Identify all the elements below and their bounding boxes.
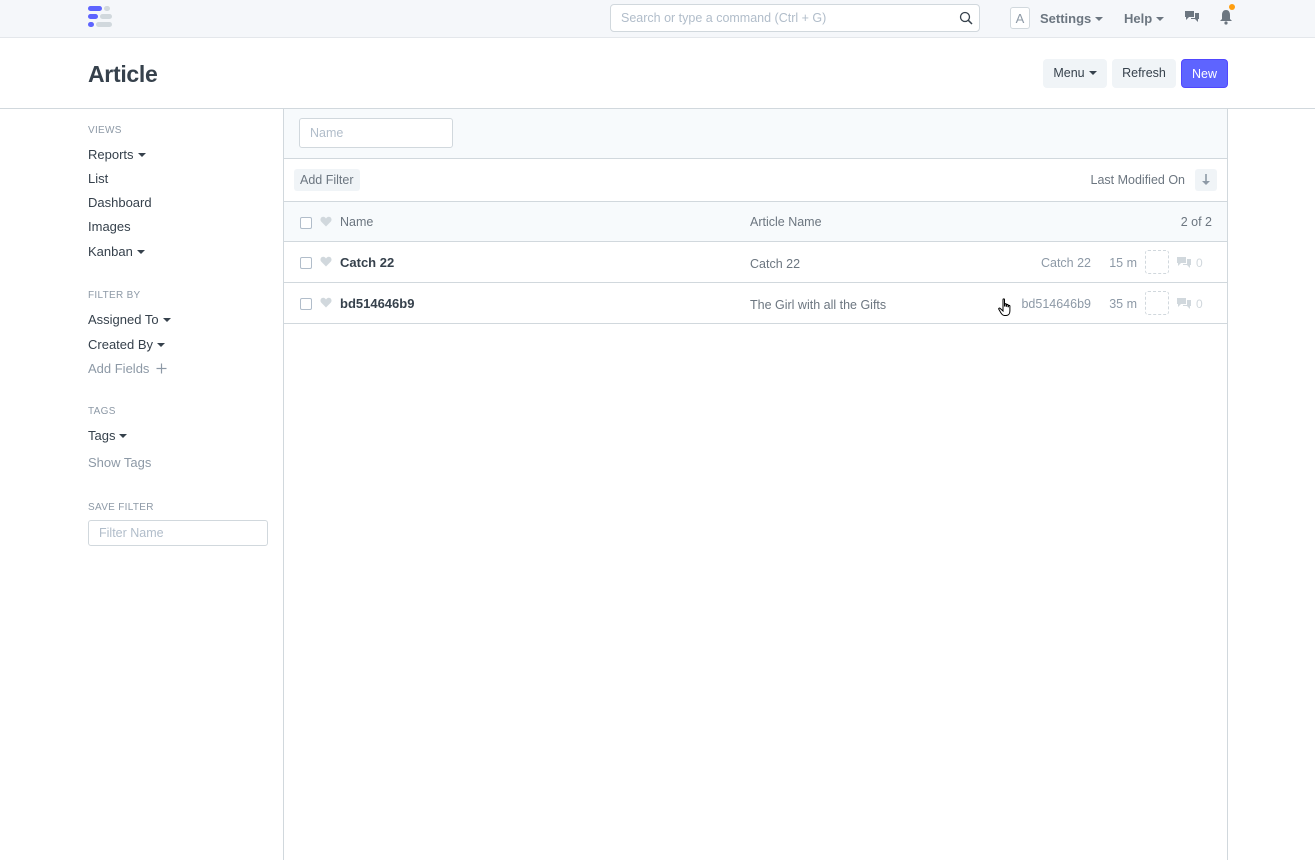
filter-by-heading: FILTER BY bbox=[88, 290, 141, 301]
name-column-header: Name bbox=[340, 215, 374, 229]
refresh-button[interactable]: Refresh bbox=[1112, 59, 1176, 88]
chat-icon[interactable] bbox=[1184, 10, 1200, 24]
row-article-name: Catch 22 bbox=[750, 257, 801, 271]
assigned-to-dropdown[interactable]: Assigned To bbox=[88, 312, 171, 327]
filter-name-input[interactable] bbox=[89, 521, 259, 545]
name-filter-field bbox=[299, 118, 453, 148]
list-header: Name Article Name 2 of 2 bbox=[284, 202, 1227, 242]
notification-bell-icon[interactable] bbox=[1219, 9, 1233, 25]
chevron-down-icon bbox=[162, 317, 171, 322]
sidebar-item-label: Kanban bbox=[88, 244, 133, 259]
row-article-name: The Girl with all the Gifts bbox=[750, 298, 887, 312]
chevron-down-icon bbox=[1088, 70, 1097, 75]
add-fields-link[interactable]: Add Fields bbox=[88, 361, 167, 376]
plus-icon bbox=[156, 363, 167, 374]
name-filter-input[interactable] bbox=[300, 119, 445, 147]
list-row[interactable]: bd514646b9 The Girl with all the Gifts b… bbox=[284, 283, 1227, 324]
article-name-column-header: Article Name bbox=[750, 215, 822, 229]
new-button[interactable]: New bbox=[1181, 59, 1228, 88]
sidebar-item-kanban[interactable]: Kanban bbox=[88, 244, 145, 259]
sidebar-item-label: Created By bbox=[88, 337, 154, 352]
tags-heading: TAGS bbox=[88, 406, 116, 417]
sort-order-button[interactable] bbox=[1195, 169, 1217, 191]
row-name-link[interactable]: bd514646b9 bbox=[340, 296, 414, 311]
chevron-down-icon bbox=[1156, 16, 1165, 21]
sort-selector[interactable]: Last Modified On bbox=[1091, 173, 1186, 187]
sidebar-item-label: Add Fields bbox=[88, 361, 150, 376]
sidebar-item-images[interactable]: Images bbox=[88, 219, 131, 234]
menu-button[interactable]: Menu bbox=[1043, 59, 1107, 88]
heart-icon[interactable] bbox=[320, 297, 332, 308]
sidebar-item-label: Assigned To bbox=[88, 312, 159, 327]
row-modified: 35 m bbox=[1109, 297, 1137, 311]
assign-avatar-placeholder[interactable] bbox=[1145, 250, 1169, 274]
chevron-down-icon bbox=[1095, 16, 1104, 21]
tags-dropdown[interactable]: Tags bbox=[88, 428, 128, 443]
search-input[interactable] bbox=[611, 5, 941, 31]
awesomebar-search bbox=[610, 4, 980, 32]
row-title: Catch 22 bbox=[1040, 256, 1091, 270]
notification-indicator bbox=[1229, 4, 1235, 10]
views-heading: VIEWS bbox=[88, 125, 122, 136]
search-icon[interactable] bbox=[959, 11, 973, 25]
row-checkbox[interactable] bbox=[300, 257, 312, 269]
comment-count: 0 bbox=[1196, 256, 1203, 270]
chevron-down-icon bbox=[157, 342, 166, 347]
heart-icon[interactable] bbox=[320, 256, 332, 267]
page-head: Article Menu Refresh New bbox=[0, 39, 1315, 109]
settings-label: Settings bbox=[1040, 11, 1092, 26]
user-avatar[interactable]: A bbox=[1010, 7, 1030, 29]
standard-filter-area bbox=[284, 109, 1227, 159]
chevron-down-icon bbox=[136, 249, 145, 254]
save-filter-heading: SAVE FILTER bbox=[88, 502, 154, 513]
show-tags-link[interactable]: Show Tags bbox=[88, 455, 151, 470]
filter-row: Add Filter Last Modified On bbox=[284, 159, 1227, 202]
sidebar-item-label: Tags bbox=[88, 428, 116, 443]
help-label: Help bbox=[1124, 11, 1153, 26]
page-title: Article bbox=[88, 61, 158, 87]
arrow-down-icon bbox=[1202, 174, 1210, 185]
assign-avatar-placeholder[interactable] bbox=[1145, 291, 1169, 315]
comment-icon bbox=[1177, 298, 1191, 309]
sidebar-item-dashboard[interactable]: Dashboard bbox=[88, 195, 152, 210]
settings-dropdown[interactable]: Settings bbox=[1040, 11, 1104, 26]
help-dropdown[interactable]: Help bbox=[1124, 11, 1165, 26]
sidebar-item-label: Reports bbox=[88, 147, 134, 162]
app-logo-icon[interactable] bbox=[88, 6, 112, 30]
chevron-down-icon bbox=[119, 433, 128, 438]
list-view: Add Filter Last Modified On Name Article… bbox=[283, 109, 1228, 860]
heart-icon[interactable] bbox=[320, 216, 332, 227]
list-count: 2 of 2 bbox=[1180, 215, 1212, 229]
row-title: bd514646b9 bbox=[1021, 297, 1091, 311]
comment-count: 0 bbox=[1196, 297, 1203, 311]
filter-name-field bbox=[88, 520, 268, 546]
hand-pointer-icon bbox=[998, 298, 1011, 316]
menu-label: Menu bbox=[1053, 66, 1085, 80]
sidebar-item-list[interactable]: List bbox=[88, 171, 108, 186]
select-all-checkbox[interactable] bbox=[300, 217, 312, 229]
row-name-link[interactable]: Catch 22 bbox=[340, 255, 394, 270]
row-modified: 15 m bbox=[1109, 256, 1137, 270]
row-checkbox[interactable] bbox=[300, 298, 312, 310]
sidebar-item-reports[interactable]: Reports bbox=[88, 147, 146, 162]
navbar: A Settings Help bbox=[0, 0, 1315, 38]
list-row[interactable]: Catch 22 Catch 22 Catch 22 15 m 0 bbox=[284, 242, 1227, 283]
chevron-down-icon bbox=[137, 152, 146, 157]
add-filter-button[interactable]: Add Filter bbox=[294, 169, 360, 191]
comment-icon bbox=[1177, 257, 1191, 268]
created-by-dropdown[interactable]: Created By bbox=[88, 337, 166, 352]
